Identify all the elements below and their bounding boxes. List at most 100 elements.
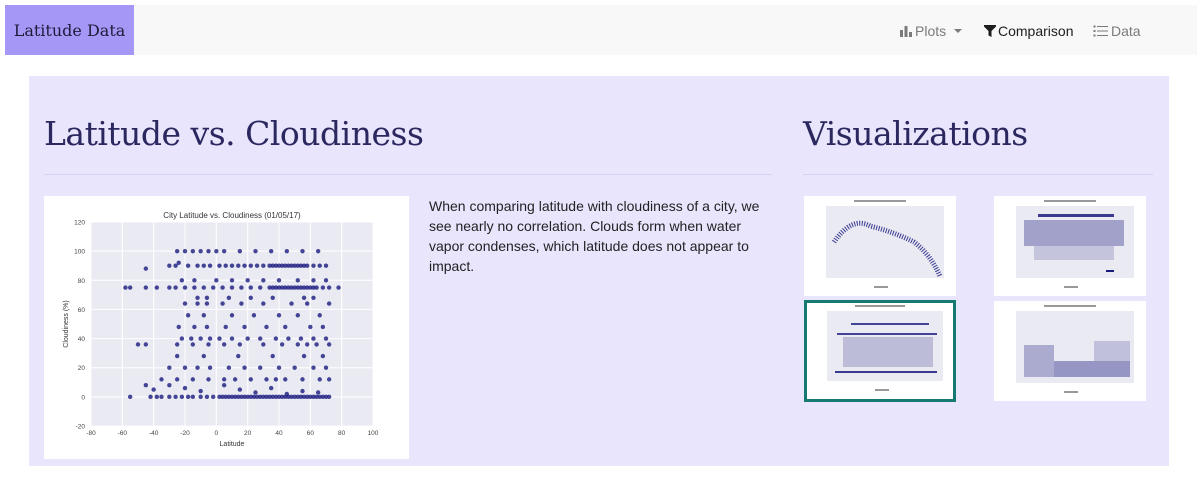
data-point bbox=[201, 263, 206, 268]
data-point bbox=[336, 285, 341, 290]
data-point bbox=[254, 263, 260, 268]
x-tick-label: -20 bbox=[180, 430, 190, 437]
list-icon bbox=[1093, 25, 1108, 37]
data-point bbox=[159, 377, 164, 382]
data-point bbox=[143, 342, 149, 347]
data-point bbox=[284, 248, 290, 254]
data-point bbox=[154, 394, 159, 400]
data-point bbox=[279, 342, 285, 347]
data-point bbox=[182, 385, 188, 391]
data-point bbox=[295, 278, 300, 283]
data-point bbox=[182, 285, 188, 290]
data-point bbox=[173, 285, 178, 290]
data-point bbox=[195, 301, 200, 306]
data-point bbox=[292, 365, 297, 370]
x-tick-label: -80 bbox=[86, 430, 96, 437]
data-point bbox=[314, 342, 319, 347]
data-point bbox=[258, 365, 263, 370]
data-point bbox=[305, 342, 310, 347]
data-point bbox=[315, 390, 321, 395]
data-point bbox=[182, 248, 188, 254]
data-point bbox=[320, 353, 326, 359]
data-point bbox=[211, 394, 216, 400]
nav-comparison-label: Comparison bbox=[998, 23, 1074, 39]
data-point bbox=[273, 377, 279, 382]
data-point bbox=[229, 278, 235, 283]
data-point bbox=[289, 301, 294, 306]
data-point bbox=[143, 266, 149, 271]
brand-link[interactable]: Latitude Data bbox=[5, 5, 134, 55]
data-point bbox=[167, 394, 172, 400]
y-tick-label: 0 bbox=[81, 394, 85, 401]
data-point bbox=[174, 377, 180, 382]
data-point bbox=[320, 324, 326, 330]
data-point bbox=[229, 336, 235, 341]
data-point bbox=[268, 248, 274, 254]
thumbnail-temperature[interactable] bbox=[804, 196, 956, 296]
data-point bbox=[300, 377, 305, 382]
nav-data[interactable]: Data bbox=[1093, 21, 1141, 41]
data-point bbox=[301, 295, 307, 300]
visualizations-title: Visualizations bbox=[803, 114, 1028, 153]
data-point bbox=[315, 248, 321, 254]
data-point bbox=[217, 336, 222, 341]
description-text: When comparing latitude with cloudiness … bbox=[429, 198, 760, 274]
data-point bbox=[174, 342, 180, 347]
data-point bbox=[270, 295, 275, 300]
data-point bbox=[251, 313, 257, 318]
data-point bbox=[283, 377, 288, 382]
data-point bbox=[198, 336, 203, 341]
data-point bbox=[192, 324, 197, 330]
data-point bbox=[300, 248, 305, 254]
y-tick-label: 100 bbox=[74, 249, 85, 256]
data-point bbox=[190, 377, 196, 382]
nav-plots-dropdown[interactable]: Plots bbox=[899, 21, 963, 41]
thumbnail-wind-speed[interactable] bbox=[994, 301, 1146, 401]
data-point bbox=[242, 324, 247, 330]
data-point bbox=[154, 285, 159, 290]
data-point bbox=[195, 295, 200, 300]
data-point bbox=[176, 324, 181, 330]
data-point bbox=[207, 365, 213, 370]
data-point bbox=[245, 278, 250, 283]
data-point bbox=[236, 263, 241, 268]
cloudiness-thumbnail-image bbox=[827, 305, 943, 391]
nav-plots-label: Plots bbox=[915, 23, 947, 39]
data-point bbox=[239, 285, 244, 290]
caret-down-icon bbox=[954, 29, 963, 33]
nav-comparison[interactable]: Comparison bbox=[984, 21, 1073, 41]
data-point bbox=[195, 365, 200, 370]
data-point bbox=[298, 336, 304, 341]
data-point bbox=[148, 394, 153, 400]
temperature-thumbnail-image bbox=[826, 200, 944, 288]
data-point bbox=[207, 263, 213, 268]
data-point bbox=[258, 285, 263, 290]
data-point bbox=[242, 365, 247, 370]
x-tick-label: -40 bbox=[149, 430, 159, 437]
data-point bbox=[311, 278, 316, 283]
data-point bbox=[192, 285, 197, 290]
y-tick-label: -20 bbox=[76, 424, 86, 431]
data-point bbox=[317, 313, 322, 318]
data-point bbox=[320, 285, 326, 290]
data-point bbox=[182, 301, 188, 306]
data-point bbox=[226, 365, 232, 370]
data-point bbox=[295, 313, 300, 318]
thumbnail-humidity[interactable] bbox=[994, 196, 1146, 296]
thumbnail-cloudiness[interactable] bbox=[804, 300, 956, 402]
data-point bbox=[217, 263, 222, 268]
data-point bbox=[237, 387, 243, 392]
data-point bbox=[305, 301, 310, 306]
wind-speed-thumbnail-image bbox=[1016, 305, 1134, 393]
data-point bbox=[179, 336, 185, 341]
title-divider bbox=[44, 174, 772, 175]
data-point bbox=[264, 377, 269, 382]
data-point bbox=[326, 301, 332, 306]
data-point bbox=[270, 353, 275, 359]
data-point bbox=[220, 285, 225, 290]
data-point bbox=[204, 301, 210, 306]
x-tick-label: 80 bbox=[338, 430, 346, 437]
data-point bbox=[167, 365, 172, 370]
filter-icon bbox=[984, 25, 996, 37]
data-point bbox=[311, 263, 316, 268]
